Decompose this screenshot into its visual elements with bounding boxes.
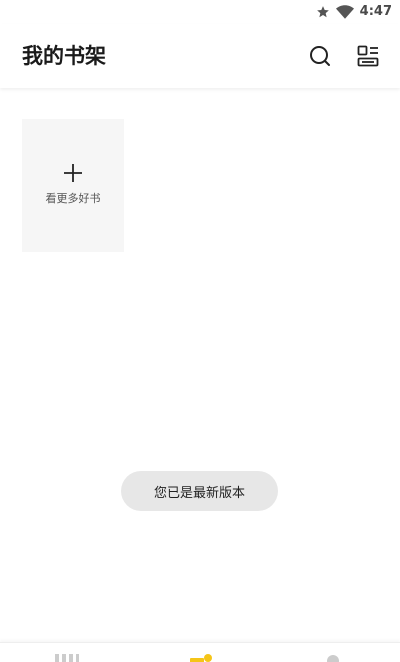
wifi-icon	[335, 5, 354, 19]
add-more-books-label: 看更多好书	[45, 192, 101, 205]
search-button[interactable]	[308, 44, 332, 68]
search-icon	[310, 46, 330, 66]
app-header: 我的书架	[0, 24, 400, 88]
plus-icon	[64, 164, 82, 182]
status-indicators: 4:47	[316, 3, 392, 21]
layout-toggle-button[interactable]	[356, 44, 380, 68]
status-time: 4:47	[359, 4, 392, 19]
status-bar: 4:47	[0, 0, 400, 24]
page-title: 我的书架	[22, 44, 106, 68]
star-icon	[316, 6, 329, 18]
toast-message: 您已是最新版本	[121, 471, 278, 511]
toast-text: 您已是最新版本	[153, 485, 245, 501]
layout-icon	[357, 45, 379, 67]
add-more-books-card[interactable]: 看更多好书	[22, 119, 124, 252]
bottom-nav	[0, 642, 400, 662]
